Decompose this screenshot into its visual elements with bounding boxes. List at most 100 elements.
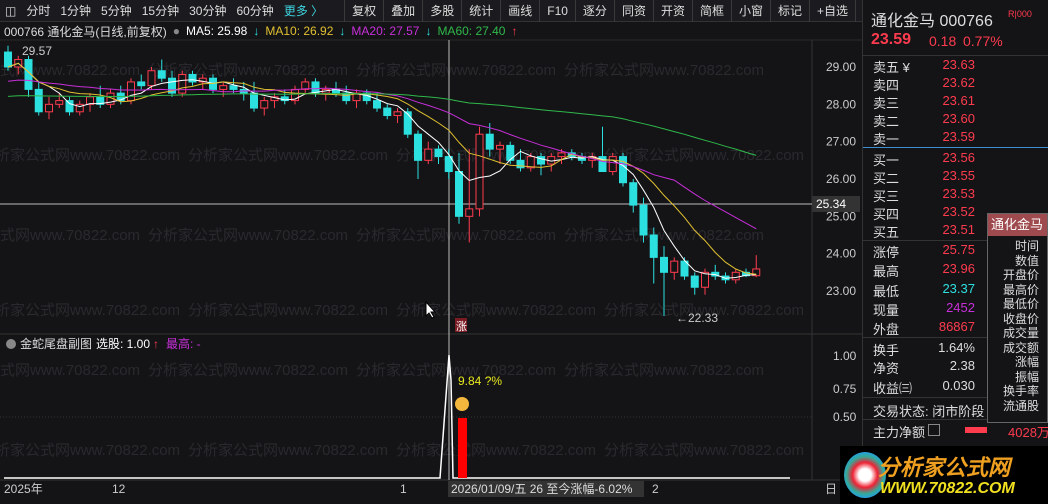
book-label: 卖五 ¥ — [873, 60, 910, 75]
watermark: 分析家公式网www.70822.com — [148, 362, 348, 379]
watermark: 分析家公式网www.70822.com — [148, 62, 348, 79]
order-book-row: 卖四 23.62 — [873, 75, 1043, 93]
watermark: 分析家公式网www.70822.com — [356, 227, 556, 244]
candle-body — [188, 73, 197, 83]
price-change: 0.18 — [929, 33, 957, 49]
watermark: 分析家公式网www.70822.com — [148, 227, 348, 244]
last-price: 23.59 — [871, 31, 912, 48]
candle-body — [485, 133, 494, 150]
stat-value: 86867 — [938, 319, 975, 334]
candle-body — [608, 156, 617, 173]
book-label: 买四 — [873, 207, 900, 222]
candle-body — [475, 133, 484, 210]
candle-body — [619, 156, 627, 184]
stat-value: 1.64% — [938, 340, 975, 355]
date-label: 2 — [652, 482, 659, 496]
candle-body — [45, 103, 53, 113]
candle-body — [178, 73, 187, 94]
candle-body — [434, 148, 443, 158]
book-price: 23.55 — [942, 168, 975, 183]
stat-value: 0.030 — [942, 378, 975, 393]
candle-body — [455, 171, 463, 217]
stat-label: 最低 — [873, 284, 900, 299]
sub-indicator-title: 金蛇尾盘副图 — [20, 336, 92, 351]
candle-body — [393, 111, 402, 117]
price-axis-label: 26.00 — [826, 172, 856, 186]
order-book-row: 买二 23.55 — [873, 168, 1043, 186]
detail-icon[interactable] — [928, 424, 940, 436]
kline-chart[interactable]: 分析家公式网www.70822.com 分析家公式网www.70822.com 分析… — [0, 0, 862, 504]
main-net-value: 4028万 — [1008, 425, 1048, 440]
tooltip-item: 涨幅 — [1014, 355, 1039, 369]
stat-label: 净资 — [873, 361, 900, 376]
watermark: 分析家公式网www.70822.com — [604, 147, 804, 164]
period-label: 日 — [825, 482, 837, 496]
candle-body — [157, 70, 166, 79]
book-label: 卖三 — [873, 96, 900, 111]
book-price: 23.63 — [942, 57, 975, 72]
candle-body — [701, 271, 709, 288]
smiley-icon — [455, 397, 469, 411]
book-price: 23.52 — [942, 204, 975, 219]
stat-label: 外盘 — [873, 322, 900, 337]
tooltip-title: 通化金马 — [988, 214, 1047, 236]
candle-body — [660, 256, 668, 273]
candle-body — [147, 70, 156, 87]
book-price: 23.51 — [942, 222, 975, 237]
candle-body — [373, 100, 381, 109]
book-label: 买五 — [873, 225, 900, 240]
candle-body — [55, 100, 64, 105]
logo-url: WWW.70822.COM — [880, 480, 1015, 497]
watermark: 分析家公式网www.70822.com — [564, 62, 764, 79]
tooltip-item: 时间 — [1014, 239, 1039, 253]
candle-body — [342, 92, 351, 102]
tooltip-item: 最低价 — [1002, 297, 1039, 311]
candle-body — [424, 148, 433, 161]
stat-label: 换手 — [873, 343, 900, 358]
candle-body — [260, 100, 269, 109]
rise-marker: 涨 — [456, 320, 467, 333]
stat-label: 涨停 — [873, 245, 900, 260]
watermark: 分析家公式网www.70822.com — [0, 147, 180, 164]
stat-value: 23.96 — [942, 261, 975, 276]
candle-body — [127, 81, 135, 102]
candle-body — [670, 260, 679, 273]
badge: R|000 — [1008, 9, 1032, 19]
trade-status: 交易状态: 闭市阶段 — [873, 404, 985, 419]
stock-name: 通化金马 000766 — [871, 13, 993, 30]
current-date-label: 2026/01/09/五 26 至今涨幅-6.02% — [451, 481, 633, 496]
candle-body — [219, 85, 228, 90]
book-label: 买一 — [873, 153, 900, 168]
candle-body — [137, 81, 146, 87]
stat-value: 25.75 — [942, 242, 975, 257]
date-label: 12 — [112, 482, 126, 496]
tooltip-item: 成交量 — [1002, 326, 1039, 340]
sub-axis-label: 1.00 — [833, 349, 857, 363]
candle-body — [649, 234, 658, 258]
order-book-row: 卖五 ¥ 23.63 — [873, 57, 1043, 75]
candle-body — [383, 107, 392, 117]
sub-axis-label: 0.50 — [833, 410, 857, 424]
dropdown-icon[interactable] — [6, 339, 16, 349]
candle-body — [414, 133, 422, 161]
price-axis-label: 24.00 — [826, 247, 856, 261]
select-value: 选股: 1.00 — [96, 337, 150, 351]
watermark: 分析家公式网www.70822.com — [604, 442, 804, 459]
candle-body — [65, 100, 74, 113]
candle-body — [690, 275, 699, 288]
watermark: 分析家公式网www.70822.com — [0, 227, 140, 244]
stat-value: 2452 — [946, 300, 975, 315]
watermark: 分析家公式网www.70822.com — [564, 362, 764, 379]
candle-body — [465, 208, 474, 217]
candle-body — [4, 51, 12, 68]
order-book-row: 买三 23.53 — [873, 186, 1043, 204]
date-label: 2025年 — [4, 482, 43, 496]
logo: 分析家公式网 WWW.70822.COM — [840, 446, 1048, 504]
watermark: 分析家公式网www.70822.com — [188, 302, 388, 319]
data-tooltip: 通化金马 时间 数值 开盘价 最高价 最低价 收盘价 成交量 成交额 涨幅 振幅 换手率 流通股 — [987, 213, 1048, 423]
high-price-label: 29.57 — [22, 44, 52, 58]
order-book-row: 卖一 23.59 — [873, 129, 1043, 147]
candle-body — [311, 81, 320, 94]
watermark: 分析家公式网www.70822.com — [0, 362, 140, 379]
watermark: 分析家公式网www.70822.com — [188, 147, 388, 164]
